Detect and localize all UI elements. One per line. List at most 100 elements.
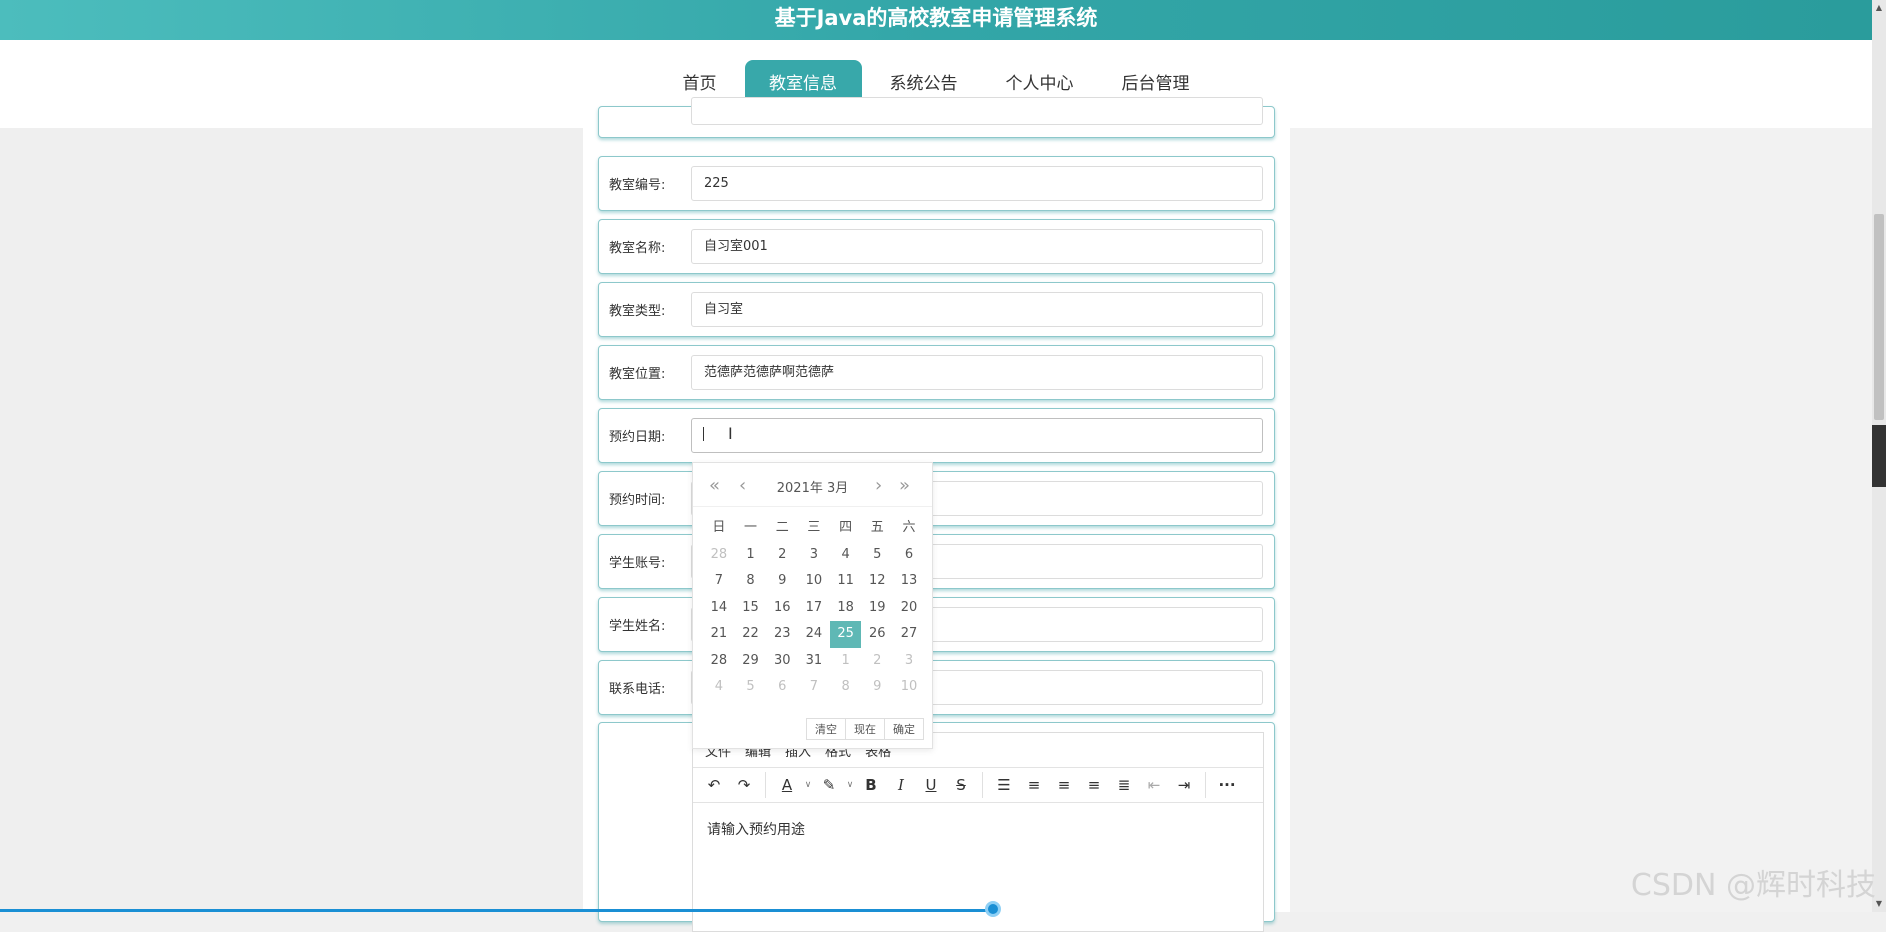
room-number-input[interactable]: 225 — [691, 166, 1263, 201]
calendar-week: 28 29 30 31 1 2 3 — [703, 648, 925, 675]
calendar-day[interactable]: 7 — [798, 674, 830, 701]
text-caret — [703, 427, 704, 441]
page-scrollbar[interactable]: ▲ ▼ — [1872, 0, 1886, 912]
form-row-room-number: 教室编号: 225 — [598, 156, 1275, 211]
calendar-day[interactable]: 19 — [861, 595, 893, 622]
calendar-day[interactable]: 13 — [893, 568, 925, 595]
scroll-up-icon[interactable]: ▲ — [1872, 0, 1886, 16]
calendar-grid: 日 一 二 三 四 五 六 28 1 2 3 4 5 6 7 8 9 10 11… — [703, 515, 925, 701]
calendar-day[interactable]: 5 — [735, 674, 767, 701]
rich-text-editor: 文件 编辑 插入 格式 表格 ↶ ↷ A ∨ ✎ ∨ B I U S ☰ ≡ ≡… — [692, 732, 1264, 932]
calendar-week: 4 5 6 7 8 9 10 — [703, 674, 925, 701]
weekday-label: 三 — [798, 515, 830, 542]
calendar-day[interactable]: 4 — [703, 674, 735, 701]
clear-button[interactable]: 清空 — [806, 718, 846, 740]
toolbar-divider — [1205, 772, 1206, 798]
calendar-day[interactable]: 28 — [703, 648, 735, 675]
weekday-label: 四 — [830, 515, 862, 542]
calendar-day[interactable]: 23 — [766, 621, 798, 648]
field-label: 教室位置: — [609, 346, 665, 399]
calendar-week: 14 15 16 17 18 19 20 — [703, 595, 925, 622]
align-right-icon[interactable]: ≡ — [1079, 771, 1109, 799]
calendar-day[interactable]: 5 — [861, 542, 893, 569]
date-picker-title[interactable]: 2021年 3月 — [693, 477, 932, 496]
calendar-day[interactable]: 2 — [766, 542, 798, 569]
calendar-day[interactable]: 21 — [703, 621, 735, 648]
redo-icon[interactable]: ↷ — [729, 771, 759, 799]
scrollbar-thumb[interactable] — [1874, 214, 1884, 420]
calendar-day[interactable]: 24 — [798, 621, 830, 648]
calendar-day[interactable]: 1 — [735, 542, 767, 569]
calendar-day[interactable]: 30 — [766, 648, 798, 675]
calendar-day[interactable]: 3 — [798, 542, 830, 569]
calendar-day[interactable]: 1 — [830, 648, 862, 675]
room-name-input[interactable]: 自习室001 — [691, 229, 1263, 264]
calendar-day[interactable]: 3 — [893, 648, 925, 675]
align-center-icon[interactable]: ≡ — [1049, 771, 1079, 799]
date-picker-popup: « ‹ 2021年 3月 › » 日 一 二 三 四 五 六 28 1 2 3 … — [692, 462, 933, 749]
calendar-day[interactable]: 9 — [861, 674, 893, 701]
calendar-day[interactable]: 4 — [830, 542, 862, 569]
calendar-day[interactable]: 20 — [893, 595, 925, 622]
calendar-day[interactable]: 14 — [703, 595, 735, 622]
calendar-day[interactable]: 16 — [766, 595, 798, 622]
calendar-day[interactable]: 6 — [766, 674, 798, 701]
next-month-icon[interactable]: › — [875, 475, 882, 496]
calendar-day[interactable]: 7 — [703, 568, 735, 595]
room-location-input[interactable]: 范德萨范德萨啊范德萨 — [691, 355, 1263, 390]
calendar-day[interactable]: 28 — [703, 542, 735, 569]
confirm-button[interactable]: 确定 — [884, 718, 924, 740]
weekday-label: 二 — [766, 515, 798, 542]
partial-field-input[interactable] — [691, 97, 1263, 125]
calendar-day[interactable]: 22 — [735, 621, 767, 648]
calendar-day[interactable]: 17 — [798, 595, 830, 622]
calendar-day[interactable]: 9 — [766, 568, 798, 595]
calendar-day[interactable]: 31 — [798, 648, 830, 675]
undo-icon[interactable]: ↶ — [699, 771, 729, 799]
calendar-day[interactable]: 15 — [735, 595, 767, 622]
calendar-week: 21 22 23 24 25 26 27 — [703, 621, 925, 648]
line-height-icon[interactable]: ☰ — [989, 771, 1019, 799]
calendar-day[interactable]: 10 — [893, 674, 925, 701]
more-icon[interactable]: ··· — [1212, 771, 1242, 799]
align-justify-icon[interactable]: ≣ — [1109, 771, 1139, 799]
page-background-left — [0, 128, 583, 912]
calendar-day[interactable]: 6 — [893, 542, 925, 569]
progress-handle[interactable] — [985, 901, 1001, 917]
field-label: 学生账号: — [609, 535, 665, 588]
text-color-icon[interactable]: A — [772, 771, 802, 799]
room-type-input[interactable]: 自习室 — [691, 292, 1263, 327]
calendar-day[interactable]: 18 — [830, 595, 862, 622]
form-row-room-type: 教室类型: 自习室 — [598, 282, 1275, 337]
calendar-day-selected[interactable]: 25 — [830, 621, 862, 648]
next-year-icon[interactable]: » — [899, 475, 910, 496]
editor-toolbar: ↶ ↷ A ∨ ✎ ∨ B I U S ☰ ≡ ≡ ≡ ≣ ⇤ ⇥ ··· — [693, 767, 1263, 803]
calendar-day[interactable]: 8 — [830, 674, 862, 701]
bold-icon[interactable]: B — [856, 771, 886, 799]
indent-icon[interactable]: ⇥ — [1169, 771, 1199, 799]
field-label: 预约时间: — [609, 472, 665, 525]
chevron-down-icon[interactable]: ∨ — [802, 780, 814, 790]
calendar-day[interactable]: 11 — [830, 568, 862, 595]
underline-icon[interactable]: U — [916, 771, 946, 799]
now-button[interactable]: 现在 — [845, 718, 885, 740]
calendar-day[interactable]: 2 — [861, 648, 893, 675]
calendar-day[interactable]: 8 — [735, 568, 767, 595]
highlight-color-icon[interactable]: ✎ — [814, 771, 844, 799]
editor-placeholder[interactable]: 请输入预约用途 — [707, 819, 805, 839]
calendar-day[interactable]: 10 — [798, 568, 830, 595]
calendar-day[interactable]: 27 — [893, 621, 925, 648]
outdent-icon[interactable]: ⇤ — [1139, 771, 1169, 799]
booking-date-input[interactable] — [691, 418, 1263, 453]
weekday-label: 六 — [893, 515, 925, 542]
chevron-down-icon[interactable]: ∨ — [844, 780, 856, 790]
strikethrough-icon[interactable]: S — [946, 771, 976, 799]
calendar-day[interactable]: 12 — [861, 568, 893, 595]
calendar-week: 28 1 2 3 4 5 6 — [703, 542, 925, 569]
calendar-day[interactable]: 26 — [861, 621, 893, 648]
align-left-icon[interactable]: ≡ — [1019, 771, 1049, 799]
calendar-day[interactable]: 29 — [735, 648, 767, 675]
italic-icon[interactable]: I — [886, 771, 916, 799]
calendar-week: 7 8 9 10 11 12 13 — [703, 568, 925, 595]
weekday-header: 日 一 二 三 四 五 六 — [703, 515, 925, 542]
